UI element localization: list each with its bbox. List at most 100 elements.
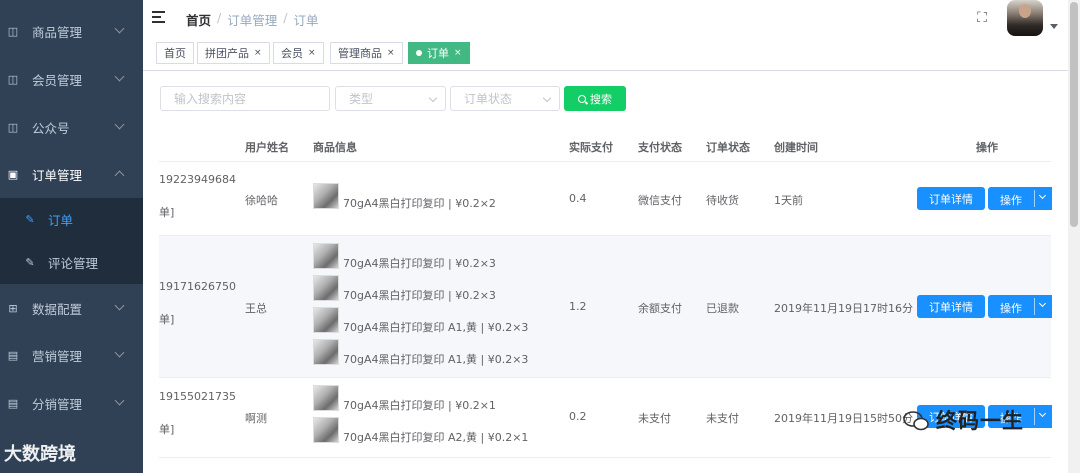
header-actions: 操作 (976, 141, 998, 154)
header-user: 用户姓名 (245, 141, 289, 154)
chevron-down-icon (114, 71, 125, 82)
vertical-scrollbar[interactable] (1068, 0, 1080, 473)
tag-label: 首页 (164, 47, 186, 60)
sidebar-item-label: 商品管理 (32, 24, 83, 40)
wechat-icon (903, 411, 929, 431)
tag-home[interactable]: 首页 (156, 42, 194, 64)
goods-item: 70gA4黑白打印复印 | ¥0.2×3 (313, 275, 496, 302)
lock-icon: ▣ (7, 167, 19, 181)
product-thumbnail (313, 183, 339, 209)
order-suffix: 单] (159, 206, 175, 219)
grid-icon: ⊞ (8, 301, 18, 315)
paid-amount: 0.2 (569, 410, 587, 423)
hamburger-icon[interactable] (152, 10, 166, 24)
operation-label: 操作 (1000, 194, 1022, 207)
operation-dropdown-button[interactable]: 操作 (988, 295, 1052, 318)
header-pay-status: 支付状态 (638, 141, 682, 154)
sidebar-item-marketing[interactable]: ▤ 营销管理 (0, 331, 143, 379)
goods-item: 70gA4黑白打印复印 A2,黄 | ¥0.2×1 (313, 417, 528, 444)
chevron-down-icon (542, 93, 552, 103)
chevron-down-icon (114, 119, 125, 130)
breadcrumb-level1: 订单管理 (227, 13, 278, 28)
goods-text: 70gA4黑白打印复印 A1,黄 | ¥0.2×3 (343, 321, 529, 334)
chevron-down-icon (1038, 191, 1047, 200)
chevron-down-icon (114, 347, 125, 358)
pay-status: 余额支付 (638, 302, 682, 315)
order-status: 未支付 (706, 412, 739, 425)
type-select[interactable]: 类型 (335, 86, 446, 111)
caret-down-icon[interactable] (1050, 24, 1058, 29)
goods-text: 70gA4黑白打印复印 | ¥0.2×1 (343, 399, 496, 412)
product-thumbnail (313, 243, 339, 269)
tag-label: 订单 (427, 47, 449, 60)
search-input[interactable]: 输入搜索内容 (160, 86, 330, 111)
product-thumbnail (313, 339, 339, 365)
submenu-item-order[interactable]: ✎ 订单 (0, 198, 143, 241)
tag-label: 会员 (281, 47, 303, 60)
sidebar: ◫ 商品管理 ◫ 会员管理 ◫ 公众号 ▣ 订单管理 ✎ 订单 ✎ 评论管理 ⊞… (0, 0, 143, 473)
product-thumbnail (313, 385, 339, 411)
product-thumbnail (313, 417, 339, 443)
close-icon[interactable]: × (254, 48, 262, 58)
close-icon[interactable]: × (454, 48, 462, 58)
goods-item: 70gA4黑白打印复印 A1,黄 | ¥0.2×3 (313, 339, 529, 366)
header-paid: 实际支付 (569, 141, 613, 154)
user-name: 徐哈哈 (245, 194, 278, 207)
goods-item: 70gA4黑白打印复印 A1,黄 | ¥0.2×3 (313, 307, 529, 334)
user-name: 啊测 (245, 412, 267, 425)
order-detail-button[interactable]: 订单详情 (917, 187, 985, 210)
search-icon (578, 94, 586, 103)
tag-members[interactable]: 会员 × (273, 42, 324, 64)
sidebar-item-official-account[interactable]: ◫ 公众号 (0, 103, 143, 151)
submenu: ✎ 订单 ✎ 评论管理 (0, 198, 143, 284)
sidebar-item-orders[interactable]: ▣ 订单管理 (0, 150, 143, 198)
tag-label: 拼团产品 (205, 47, 249, 60)
tag-label: 管理商品 (338, 47, 382, 60)
goods-item: 70gA4黑白打印复印 | ¥0.2×1 (313, 385, 496, 412)
active-dot-icon (416, 50, 422, 56)
sidebar-item-members[interactable]: ◫ 会员管理 (0, 55, 143, 103)
fullscreen-icon[interactable]: ⛶ (974, 10, 990, 26)
order-suffix: 单] (159, 423, 175, 436)
sidebar-item-label: 订单管理 (32, 167, 83, 183)
header-order-status: 订单状态 (706, 141, 750, 154)
sidebar-item-label: 数据配置 (32, 301, 83, 317)
sidebar-item-data-config[interactable]: ⊞ 数据配置 (0, 284, 143, 332)
submenu-item-label: 评论管理 (48, 256, 99, 271)
created-time: 1天前 (774, 194, 803, 207)
paid-amount: 1.2 (569, 300, 587, 313)
sidebar-item-distribution[interactable]: ▤ 分销管理 (0, 379, 143, 427)
close-icon[interactable]: × (387, 48, 395, 58)
chevron-down-icon (114, 395, 125, 406)
close-icon[interactable]: × (308, 48, 316, 58)
chevron-down-icon (1038, 409, 1047, 418)
avatar[interactable] (1007, 0, 1043, 36)
breadcrumb-home[interactable]: 首页 (186, 10, 211, 29)
chevron-down-icon (1038, 299, 1047, 308)
sidebar-item-label: 会员管理 (32, 72, 83, 88)
doc-edit-icon: ✎ (25, 256, 35, 269)
sidebar-item-label: 公众号 (32, 120, 70, 136)
chevron-down-icon (114, 23, 125, 34)
goods-text: 70gA4黑白打印复印 A1,黄 | ¥0.2×3 (343, 353, 529, 366)
operation-dropdown-button[interactable]: 操作 (988, 187, 1052, 210)
order-status: 待收货 (706, 194, 739, 207)
tags-view: 首页 拼团产品 × 会员 × 管理商品 × 订单 × (143, 38, 1080, 71)
order-status-select[interactable]: 订单状态 (450, 86, 560, 111)
breadcrumb-separator: / (283, 10, 288, 25)
order-suffix: 单] (159, 313, 175, 326)
tag-group-products[interactable]: 拼团产品 × (197, 42, 270, 64)
search-button[interactable]: 搜索 (564, 86, 626, 111)
tag-manage-goods[interactable]: 管理商品 × (330, 42, 403, 64)
breadcrumb-separator: / (217, 10, 222, 25)
type-select-placeholder: 类型 (349, 92, 374, 106)
order-number: 19223949684 (159, 173, 236, 186)
submenu-item-comments[interactable]: ✎ 评论管理 (0, 241, 143, 284)
order-detail-button[interactable]: 订单详情 (917, 295, 985, 318)
order-status: 已退款 (706, 302, 739, 315)
submenu-item-label: 订单 (48, 213, 74, 228)
search-button-label: 搜索 (590, 92, 612, 106)
chevron-down-icon (114, 300, 125, 311)
sidebar-item-goods[interactable]: ◫ 商品管理 (0, 7, 143, 55)
tag-orders[interactable]: 订单 × (408, 42, 470, 64)
